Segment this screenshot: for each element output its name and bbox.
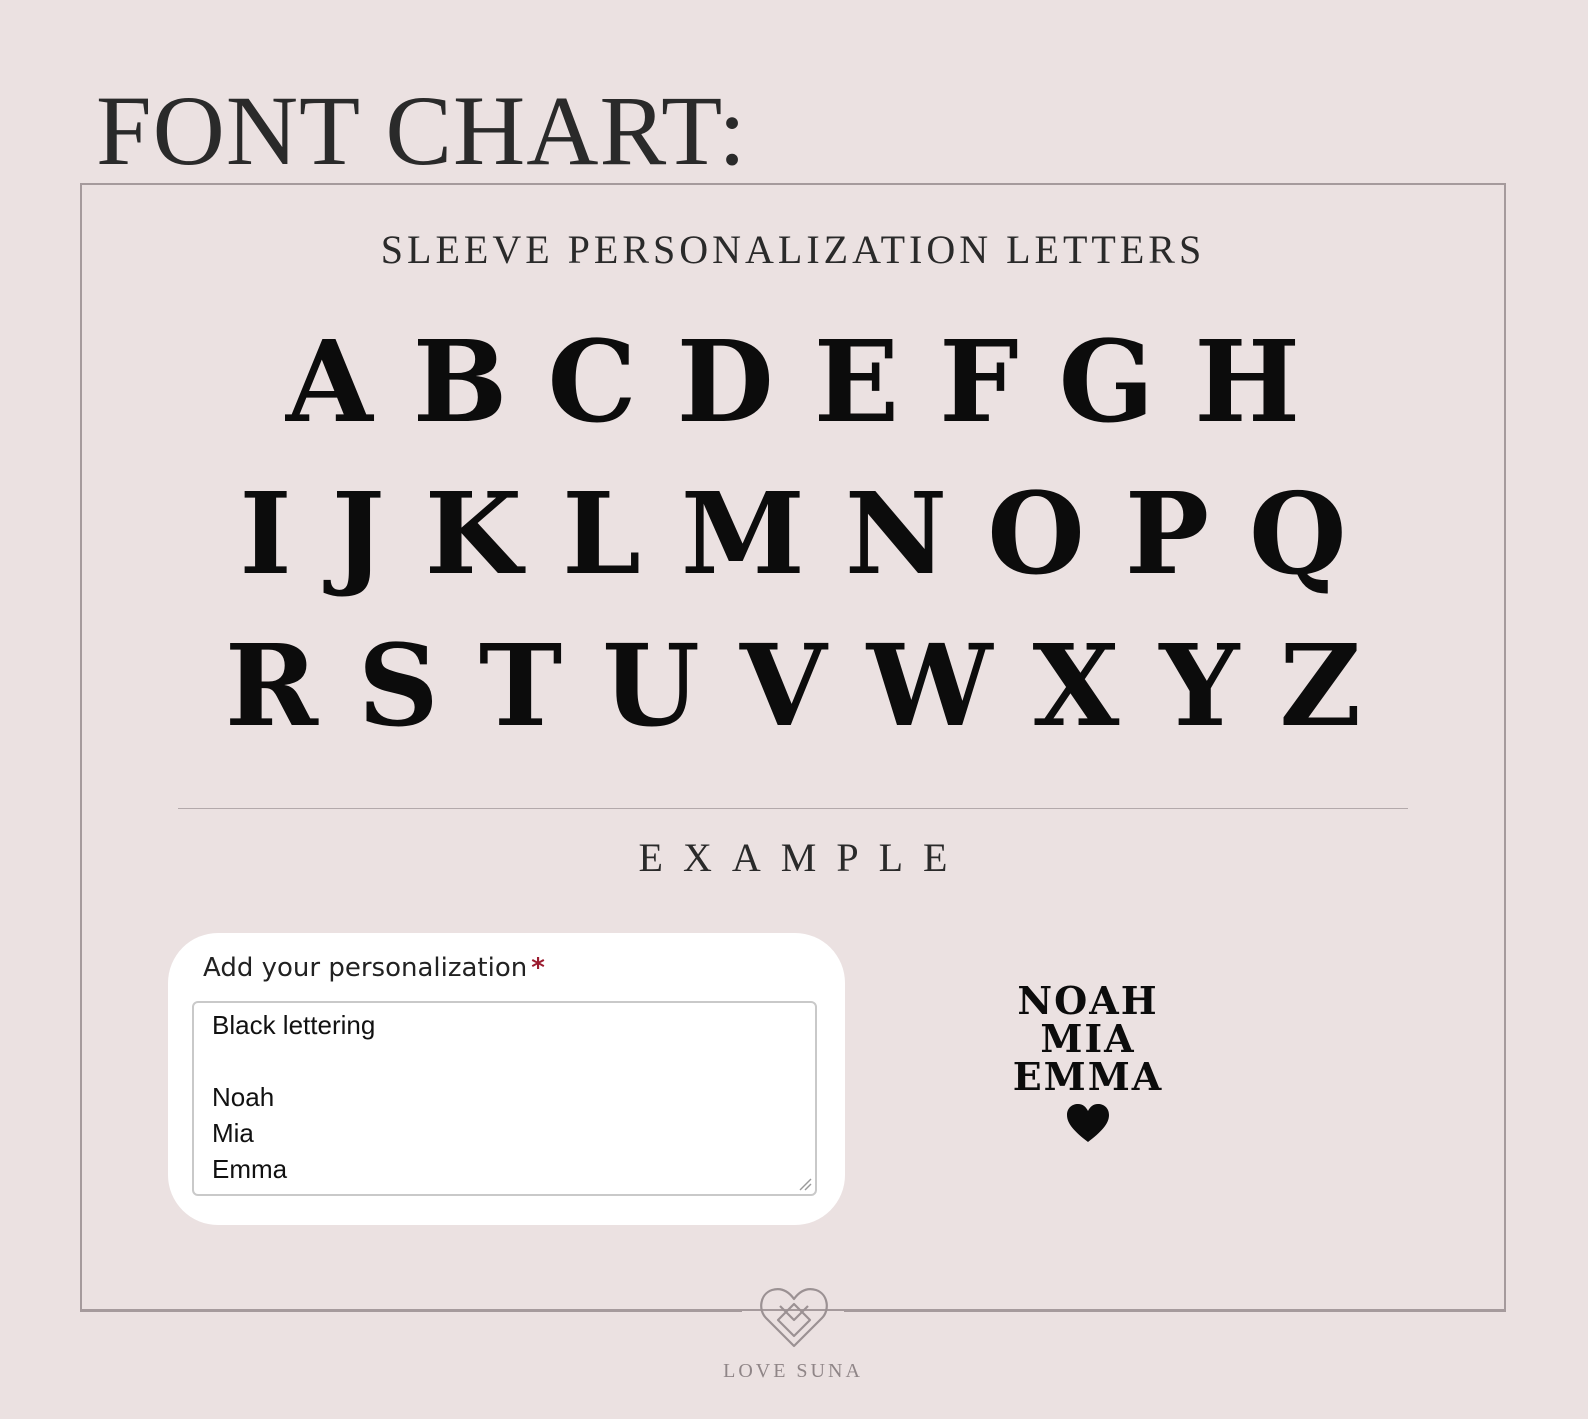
heart-icon xyxy=(1067,1104,1109,1142)
letter-s: S xyxy=(357,621,439,752)
preview-name-2: MIA xyxy=(1040,1016,1136,1061)
textarea-line: Emma xyxy=(212,1154,288,1184)
letter-i: I xyxy=(239,469,292,600)
letter-f: F xyxy=(939,317,1019,448)
sleeve-preview: NOAH MIA EMMA xyxy=(1008,982,1168,1144)
page-title: FONT CHART: xyxy=(96,75,748,186)
letter-n: N xyxy=(844,469,948,600)
textarea-line xyxy=(212,1043,797,1079)
letter-l: L xyxy=(562,469,641,600)
footer-rule-right xyxy=(844,1310,1506,1312)
required-asterisk: * xyxy=(531,953,545,983)
letter-r: R xyxy=(224,621,318,752)
letter-t: T xyxy=(478,621,563,752)
letter-g: G xyxy=(1058,317,1155,448)
letter-o: O xyxy=(987,469,1085,600)
letter-h: H xyxy=(1194,317,1301,448)
personalization-textarea[interactable]: Black lettering Noah Mia Emma xyxy=(192,1001,817,1196)
personalization-card: Add your personalization * Black letterin… xyxy=(168,933,845,1225)
letter-y: Y xyxy=(1159,621,1240,752)
personalization-label: Add your personalization * xyxy=(203,951,545,985)
letter-k: K xyxy=(424,469,523,600)
letter-m: M xyxy=(680,469,805,600)
alphabet-row-1: A B C D E F G H xyxy=(80,318,1506,448)
letter-j: J xyxy=(331,469,385,600)
letter-q: Q xyxy=(1249,469,1347,600)
alphabet-row-2: I J K L M N O P Q xyxy=(80,470,1506,600)
love-suna-logo-icon xyxy=(760,1288,828,1348)
letter-c: C xyxy=(547,317,637,448)
resize-handle-icon[interactable] xyxy=(798,1177,812,1191)
letter-w: W xyxy=(866,621,993,752)
example-section-title: EXAMPLE xyxy=(638,835,968,880)
letter-z: Z xyxy=(1279,621,1362,752)
preview-name-1: NOAH xyxy=(1017,978,1159,1023)
letter-p: P xyxy=(1124,469,1210,600)
letter-d: D xyxy=(676,317,774,448)
textarea-line: Mia xyxy=(212,1118,254,1148)
brand-name: LOVE SUNA xyxy=(723,1360,863,1382)
letter-e: E xyxy=(813,317,900,448)
letter-v: V xyxy=(739,621,827,752)
sleeve-section-title: SLEEVE PERSONALIZATION LETTERS xyxy=(380,227,1206,272)
personalization-label-text: Add your personalization xyxy=(203,953,528,983)
section-divider xyxy=(178,808,1408,809)
letter-b: B xyxy=(412,317,508,448)
letter-x: X xyxy=(1032,621,1120,752)
textarea-line: Black lettering xyxy=(212,1010,376,1040)
letter-a: A xyxy=(285,317,373,448)
alphabet-row-3: R S T U V W X Y Z xyxy=(80,622,1506,752)
preview-name-3: EMMA xyxy=(1012,1054,1164,1099)
textarea-line: Noah xyxy=(212,1082,275,1112)
footer-rule-left xyxy=(80,1310,742,1312)
letter-u: U xyxy=(602,621,700,752)
